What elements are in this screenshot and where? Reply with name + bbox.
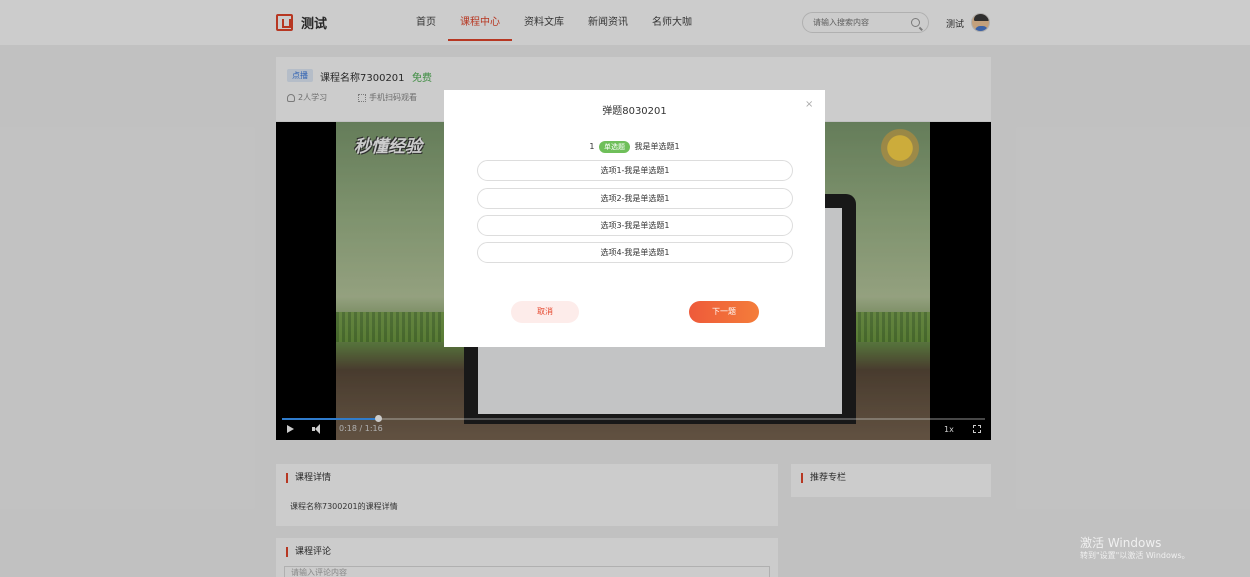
next-question-button[interactable]: 下一题: [689, 301, 759, 323]
option-1[interactable]: 选项1-我是单选题1: [477, 160, 793, 181]
close-icon[interactable]: ×: [805, 100, 813, 110]
quiz-modal: 弹题8030201 × 1 单选题 我是单选题1 选项1-我是单选题1 选项2-…: [444, 90, 825, 347]
option-4[interactable]: 选项4-我是单选题1: [477, 242, 793, 263]
windows-activate-text: 激活 Windows: [1080, 536, 1162, 550]
option-2[interactable]: 选项2-我是单选题1: [477, 188, 793, 209]
modal-title: 弹题8030201: [602, 106, 667, 117]
question: 1 单选题 我是单选题1: [444, 141, 825, 153]
question-type-badge: 单选题: [599, 141, 630, 153]
question-text: 我是单选题1: [634, 142, 680, 151]
cancel-button[interactable]: 取消: [511, 301, 579, 323]
option-3[interactable]: 选项3-我是单选题1: [477, 215, 793, 236]
question-number: 1: [589, 142, 595, 151]
windows-activate-hint: 转到"设置"以激活 Windows。: [1080, 551, 1190, 560]
